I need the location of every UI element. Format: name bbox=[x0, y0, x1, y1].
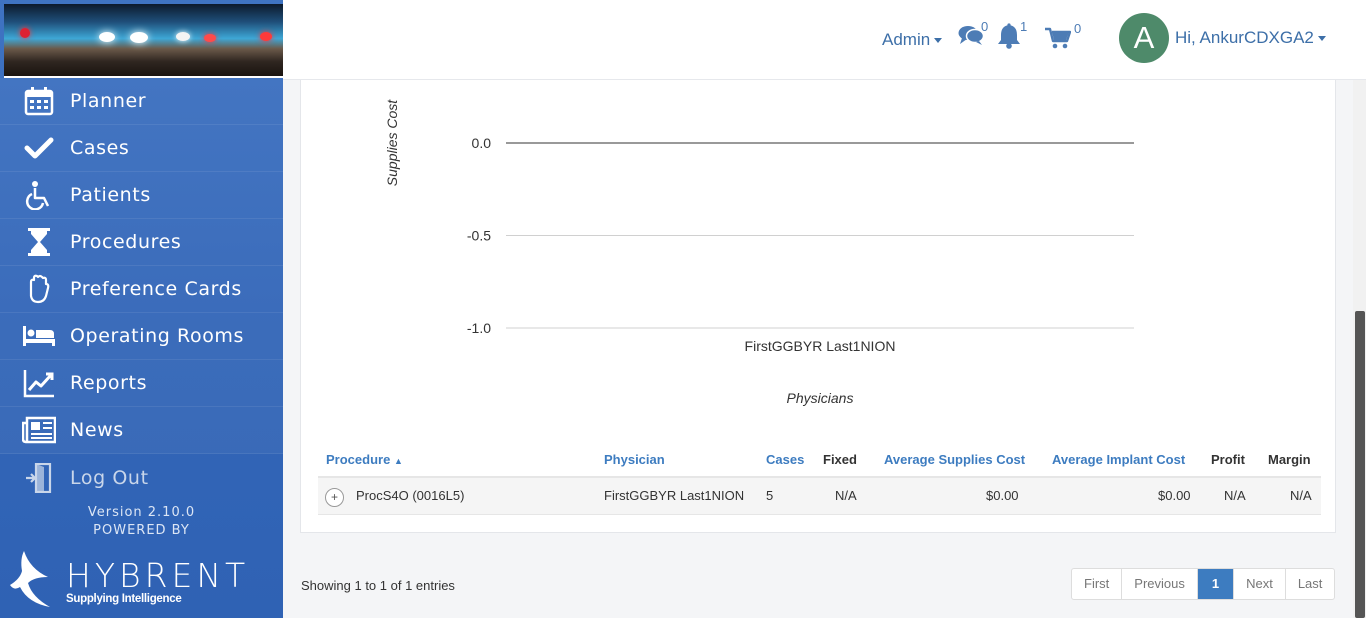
last-page-button[interactable]: Last bbox=[1286, 569, 1335, 599]
column-header-avg-implant-cost[interactable]: Average Implant Cost bbox=[1052, 452, 1185, 467]
notifications-button[interactable] bbox=[997, 23, 1021, 54]
cell-cases: 5 bbox=[766, 488, 774, 503]
calendar-icon bbox=[22, 86, 56, 116]
sidebar-item-planner[interactable]: Planner bbox=[0, 78, 283, 125]
cell-fixed: N/A bbox=[835, 488, 857, 503]
cart-button[interactable] bbox=[1045, 27, 1072, 54]
cell-margin: N/A bbox=[1290, 488, 1312, 503]
notifications-count: 1 bbox=[1020, 19, 1028, 34]
y-tick-label: -1.0 bbox=[467, 320, 491, 336]
y-tick-label: -0.5 bbox=[467, 228, 491, 244]
cell-physician: FirstGGBYR Last1NION bbox=[604, 488, 745, 503]
version-text: Version 2.10.0 bbox=[87, 505, 196, 520]
page-1-button[interactable]: 1 bbox=[1197, 569, 1235, 599]
column-header-profit[interactable]: Profit bbox=[1211, 452, 1245, 467]
avatar[interactable]: A bbox=[1119, 13, 1169, 63]
y-tick-label: 0.0 bbox=[472, 135, 492, 151]
table-row[interactable]: + ProcS4O (0016L5) FirstGGBYR Last1NION … bbox=[318, 478, 1321, 515]
sidebar: Planner Cases Patients Procedures Prefer… bbox=[0, 0, 283, 618]
bed-icon bbox=[22, 321, 56, 351]
wheelchair-icon bbox=[22, 180, 56, 210]
previous-page-button[interactable]: Previous bbox=[1122, 569, 1198, 599]
sign-out-icon bbox=[22, 462, 56, 493]
first-page-button[interactable]: First bbox=[1072, 569, 1123, 599]
sidebar-nav: Planner Cases Patients Procedures Prefer… bbox=[0, 78, 283, 501]
column-header-margin[interactable]: Margin bbox=[1268, 452, 1311, 467]
sidebar-item-preference-cards[interactable]: Preference Cards bbox=[0, 266, 283, 313]
hybrent-logo: HYBRENT Supplying Intelligence bbox=[10, 548, 270, 610]
cell-profit: N/A bbox=[1224, 488, 1246, 503]
cart-count: 0 bbox=[1074, 21, 1082, 36]
line-chart-icon bbox=[22, 368, 56, 398]
top-header: Admin 0 1 0 A Hi, AnkurCDXGA2 bbox=[283, 0, 1366, 80]
newspaper-icon bbox=[22, 415, 56, 445]
sidebar-item-news[interactable]: News bbox=[0, 407, 283, 454]
sidebar-item-label: Patients bbox=[70, 184, 151, 206]
sidebar-item-label: Procedures bbox=[70, 231, 182, 253]
sidebar-item-patients[interactable]: Patients bbox=[0, 172, 283, 219]
sidebar-item-logout[interactable]: Log Out bbox=[0, 454, 283, 501]
logo-banner bbox=[4, 4, 283, 78]
shopping-cart-icon bbox=[1045, 27, 1072, 49]
sidebar-item-reports[interactable]: Reports bbox=[0, 360, 283, 407]
x-tick-label: FirstGGBYR Last1NION bbox=[745, 338, 896, 354]
cell-avg-supplies-cost: $0.00 bbox=[986, 488, 1019, 503]
x-axis-label: Physicians bbox=[787, 390, 854, 406]
column-header-fixed[interactable]: Fixed bbox=[823, 452, 857, 467]
cell-avg-implant-cost: $0.00 bbox=[1158, 488, 1191, 503]
sidebar-item-label: Operating Rooms bbox=[70, 325, 245, 347]
hourglass-icon bbox=[22, 227, 56, 257]
column-header-procedure[interactable]: Procedure ▲ bbox=[326, 452, 403, 467]
sidebar-item-label: Preference Cards bbox=[70, 278, 242, 300]
pagination: First Previous 1 Next Last bbox=[1071, 568, 1336, 600]
glove-icon bbox=[22, 274, 56, 304]
expand-row-icon[interactable]: + bbox=[325, 488, 344, 507]
brand-tagline: Supplying Intelligence bbox=[66, 593, 182, 605]
bell-icon bbox=[998, 23, 1020, 49]
sidebar-item-label: News bbox=[70, 419, 124, 441]
sidebar-item-cases[interactable]: Cases bbox=[0, 125, 283, 172]
y-axis-label: Supplies Cost bbox=[384, 99, 400, 186]
table-header: Procedure ▲ Physician Cases Fixed Averag… bbox=[318, 448, 1321, 478]
sort-asc-icon: ▲ bbox=[393, 456, 403, 466]
next-page-button[interactable]: Next bbox=[1234, 569, 1286, 599]
messages-count: 0 bbox=[981, 19, 989, 34]
report-panel: 0.0 -0.5 -1.0 FirstGGBYR Last1NION Physician… bbox=[300, 80, 1336, 533]
sidebar-item-label: Reports bbox=[70, 372, 148, 394]
column-label: Procedure bbox=[326, 452, 391, 467]
cell-procedure: ProcS4O (0016L5) bbox=[356, 488, 465, 503]
supplies-cost-chart: 0.0 -0.5 -1.0 FirstGGBYR Last1NION Physician… bbox=[384, 99, 1134, 406]
caret-down-icon bbox=[1317, 36, 1326, 42]
table-info: Showing 1 to 1 of 1 entries bbox=[301, 578, 455, 593]
admin-label: Admin bbox=[882, 30, 931, 49]
sidebar-item-label: Log Out bbox=[70, 466, 149, 489]
user-greeting: Hi, AnkurCDXGA2 bbox=[1175, 28, 1314, 47]
hybrent-bird-icon bbox=[10, 551, 50, 607]
scrollbar-thumb[interactable] bbox=[1355, 311, 1365, 618]
sidebar-item-label: Planner bbox=[70, 90, 147, 112]
column-header-avg-supplies-cost[interactable]: Average Supplies Cost bbox=[884, 452, 1025, 467]
sidebar-item-operating-rooms[interactable]: Operating Rooms bbox=[0, 313, 283, 360]
powered-by-text: POWERED BY bbox=[93, 523, 190, 538]
check-icon bbox=[22, 133, 56, 163]
column-header-cases[interactable]: Cases bbox=[766, 452, 804, 467]
sidebar-item-label: Cases bbox=[70, 137, 130, 159]
admin-menu[interactable]: Admin bbox=[882, 30, 943, 50]
caret-down-icon bbox=[934, 38, 943, 44]
user-menu[interactable]: Hi, AnkurCDXGA2 bbox=[1175, 28, 1326, 48]
sidebar-item-procedures[interactable]: Procedures bbox=[0, 219, 283, 266]
report-table: Procedure ▲ Physician Cases Fixed Averag… bbox=[318, 448, 1321, 515]
column-header-physician[interactable]: Physician bbox=[604, 452, 665, 467]
brand-name: HYBRENT bbox=[66, 556, 250, 595]
